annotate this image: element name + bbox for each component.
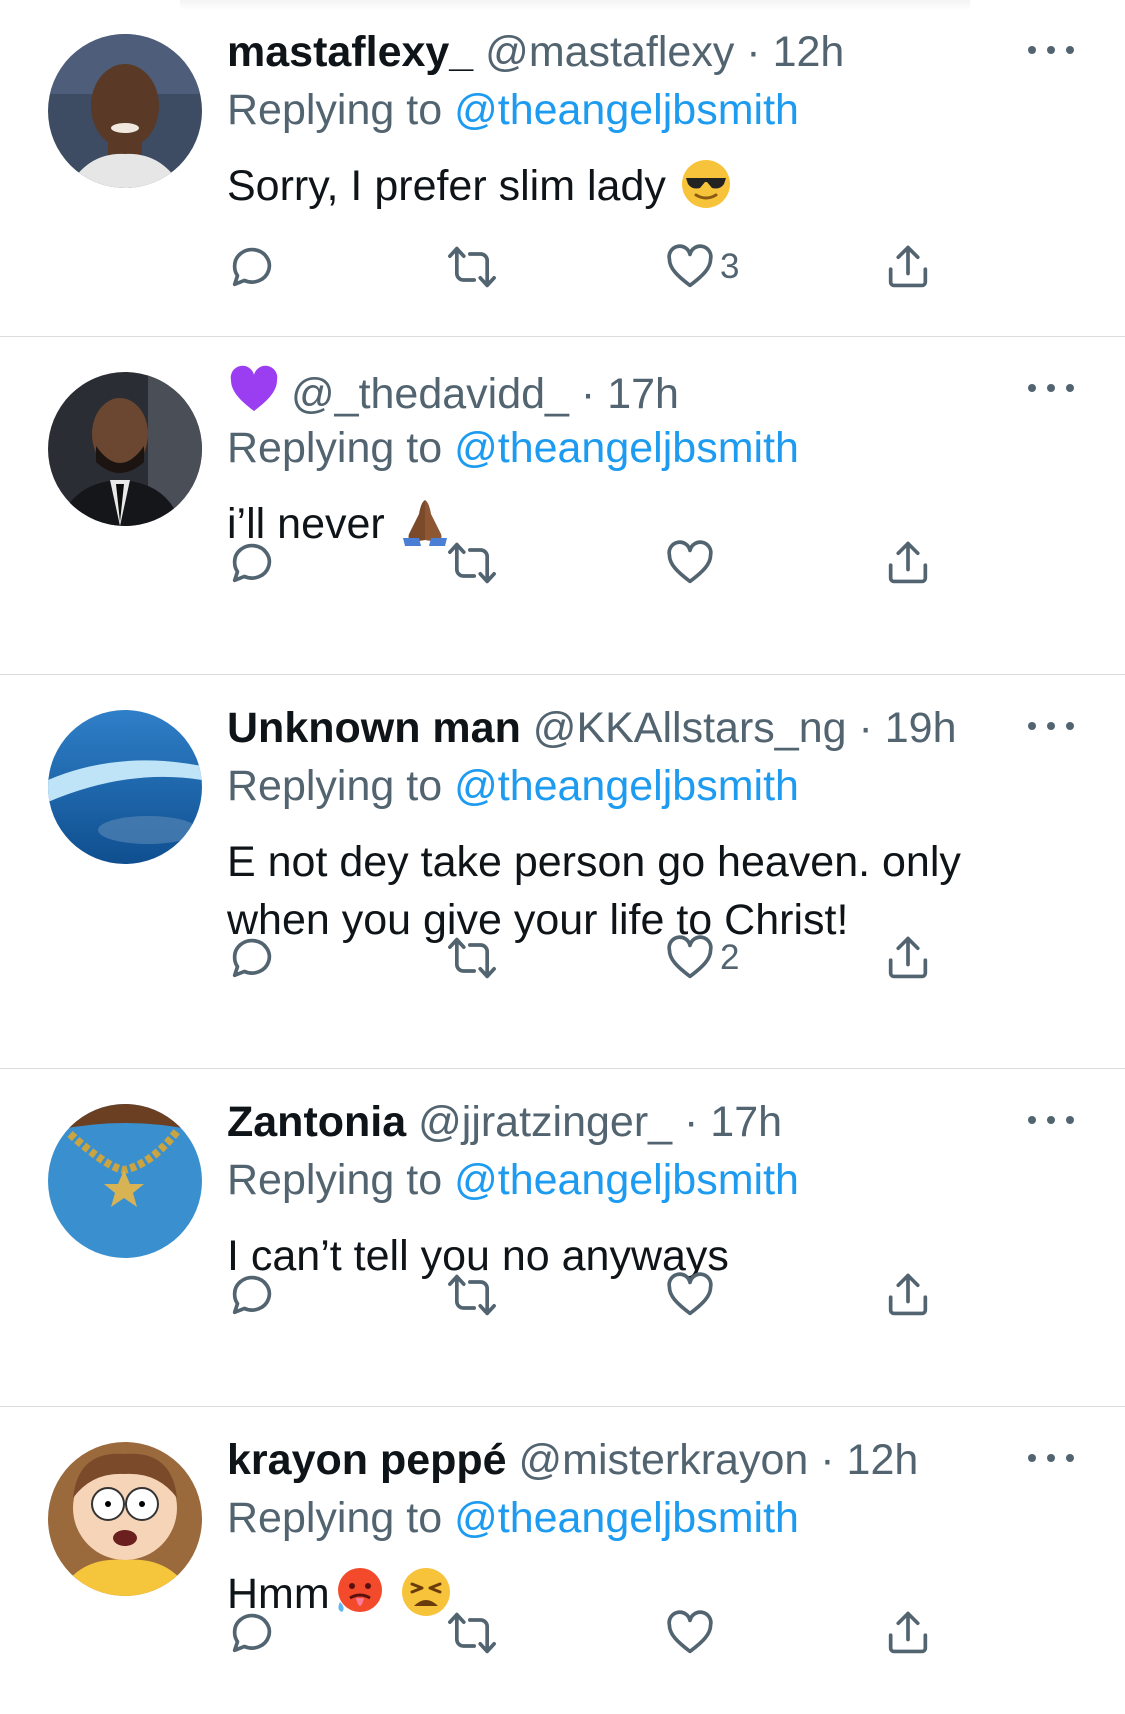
avatar[interactable] bbox=[48, 372, 202, 526]
retweet-icon[interactable] bbox=[444, 1269, 500, 1325]
heart-icon bbox=[667, 1610, 713, 1654]
tweet-text: Sorry, I prefer slim lady bbox=[227, 157, 1047, 215]
divider bbox=[0, 336, 1125, 337]
timestamp[interactable]: 12h bbox=[847, 1436, 919, 1484]
timestamp[interactable]: 17h bbox=[607, 370, 679, 418]
more-icon[interactable] bbox=[1028, 42, 1074, 56]
replying-handle-link[interactable]: @theangeljbsmith bbox=[454, 1156, 799, 1204]
tweet-header: @_thedavidd_ · 17h bbox=[227, 364, 679, 420]
share-icon[interactable] bbox=[882, 1269, 934, 1325]
retweet-icon[interactable] bbox=[444, 537, 500, 593]
heart-icon bbox=[667, 244, 713, 288]
tweet-header: Unknown man @KKAllstars_ng · 19h bbox=[227, 702, 957, 754]
replying-label: Replying to bbox=[227, 762, 443, 810]
action-bar: 3 bbox=[226, 241, 946, 297]
replying-label: Replying to bbox=[227, 424, 443, 472]
replying-handle-link[interactable]: @theangeljbsmith bbox=[454, 762, 799, 810]
tweet[interactable]: @_thedavidd_ · 17h Replying to @theangel… bbox=[0, 338, 1125, 674]
tweet[interactable]: krayon peppé @misterkrayon · 12h Replyin… bbox=[0, 1408, 1125, 1714]
avatar[interactable] bbox=[48, 1104, 202, 1258]
tweet[interactable]: Unknown man @KKAllstars_ng · 19h Replyin… bbox=[0, 676, 1125, 1068]
avatar[interactable] bbox=[48, 710, 202, 864]
divider bbox=[0, 1406, 1125, 1407]
reply-icon[interactable] bbox=[226, 241, 278, 297]
user-handle[interactable]: @jjratzinger_ bbox=[418, 1098, 672, 1146]
replying-to: Replying to @theangeljbsmith bbox=[227, 1492, 799, 1544]
share-icon[interactable] bbox=[882, 932, 934, 988]
user-handle[interactable]: @_thedavidd_ bbox=[291, 370, 569, 418]
purple-heart-emoji bbox=[230, 365, 278, 411]
replying-handle-link[interactable]: @theangeljbsmith bbox=[454, 424, 799, 472]
display-name[interactable]: mastaflexy_ bbox=[227, 28, 485, 76]
like-button[interactable] bbox=[664, 537, 716, 593]
display-name[interactable]: krayon peppé bbox=[227, 1436, 519, 1484]
avatar[interactable] bbox=[48, 34, 202, 188]
reply-icon[interactable] bbox=[226, 1269, 278, 1325]
sunglasses-face-emoji bbox=[681, 160, 730, 208]
replying-label: Replying to bbox=[227, 86, 443, 134]
like-button[interactable] bbox=[664, 1607, 716, 1663]
more-icon[interactable] bbox=[1028, 718, 1074, 732]
tweet[interactable]: mastaflexy_ @mastaflexy · 12h Replying t… bbox=[0, 0, 1125, 336]
tweet-header: mastaflexy_ @mastaflexy · 12h bbox=[227, 26, 844, 78]
like-button[interactable] bbox=[664, 1269, 716, 1325]
retweet-icon[interactable] bbox=[444, 1607, 500, 1663]
replying-handle-link[interactable]: @theangeljbsmith bbox=[454, 1494, 799, 1542]
reply-icon[interactable] bbox=[226, 1607, 278, 1663]
replying-label: Replying to bbox=[227, 1494, 443, 1542]
more-icon[interactable] bbox=[1028, 1450, 1074, 1464]
share-icon[interactable] bbox=[882, 1607, 934, 1663]
like-count: 3 bbox=[720, 247, 740, 286]
reply-icon[interactable] bbox=[226, 537, 278, 593]
action-bar bbox=[226, 537, 946, 593]
separator-dot: · bbox=[808, 1436, 847, 1484]
replying-to: Replying to @theangeljbsmith bbox=[227, 84, 799, 136]
separator-dot: · bbox=[672, 1098, 711, 1146]
timestamp[interactable]: 12h bbox=[773, 28, 845, 76]
tweet-text-content: E not dey take person go heaven. only wh… bbox=[227, 838, 961, 944]
tweet[interactable]: Zantonia @jjratzinger_ · 17h Replying to… bbox=[0, 1070, 1125, 1406]
user-handle[interactable]: @misterkrayon bbox=[519, 1436, 809, 1484]
replying-label: Replying to bbox=[227, 1156, 443, 1204]
retweet-icon[interactable] bbox=[444, 241, 500, 297]
divider bbox=[0, 674, 1125, 675]
action-bar: 2 bbox=[226, 932, 946, 988]
action-bar bbox=[226, 1607, 946, 1663]
separator-dot: · bbox=[734, 28, 773, 76]
share-icon[interactable] bbox=[882, 537, 934, 593]
user-handle[interactable]: @mastaflexy bbox=[485, 28, 734, 76]
separator-dot: · bbox=[846, 704, 885, 752]
user-handle[interactable]: @KKAllstars_ng bbox=[533, 704, 847, 752]
replying-to: Replying to @theangeljbsmith bbox=[227, 1154, 799, 1206]
more-icon[interactable] bbox=[1028, 380, 1074, 394]
retweet-icon[interactable] bbox=[444, 932, 500, 988]
action-bar bbox=[226, 1269, 946, 1325]
separator-dot: · bbox=[568, 370, 608, 418]
timestamp[interactable]: 19h bbox=[885, 704, 957, 752]
replying-handle-link[interactable]: @theangeljbsmith bbox=[454, 86, 799, 134]
tweet-header: krayon peppé @misterkrayon · 12h bbox=[227, 1434, 918, 1486]
heart-icon bbox=[667, 1272, 713, 1316]
like-button[interactable]: 3 bbox=[664, 241, 739, 297]
replying-to: Replying to @theangeljbsmith bbox=[227, 422, 799, 474]
reply-icon[interactable] bbox=[226, 932, 278, 988]
like-button[interactable]: 2 bbox=[664, 932, 739, 988]
tweet-header: Zantonia @jjratzinger_ · 17h bbox=[227, 1096, 782, 1148]
tweet-text-content: Sorry, I prefer slim lady bbox=[227, 162, 666, 210]
divider bbox=[0, 1068, 1125, 1069]
display-name[interactable]: Zantonia bbox=[227, 1098, 418, 1146]
avatar[interactable] bbox=[48, 1442, 202, 1596]
more-icon[interactable] bbox=[1028, 1112, 1074, 1126]
display-name[interactable]: Unknown man bbox=[227, 704, 533, 752]
like-count: 2 bbox=[720, 938, 740, 977]
heart-icon bbox=[667, 935, 713, 979]
share-icon[interactable] bbox=[882, 241, 934, 297]
timestamp[interactable]: 17h bbox=[710, 1098, 782, 1146]
replying-to: Replying to @theangeljbsmith bbox=[227, 760, 799, 812]
heart-icon bbox=[667, 540, 713, 584]
